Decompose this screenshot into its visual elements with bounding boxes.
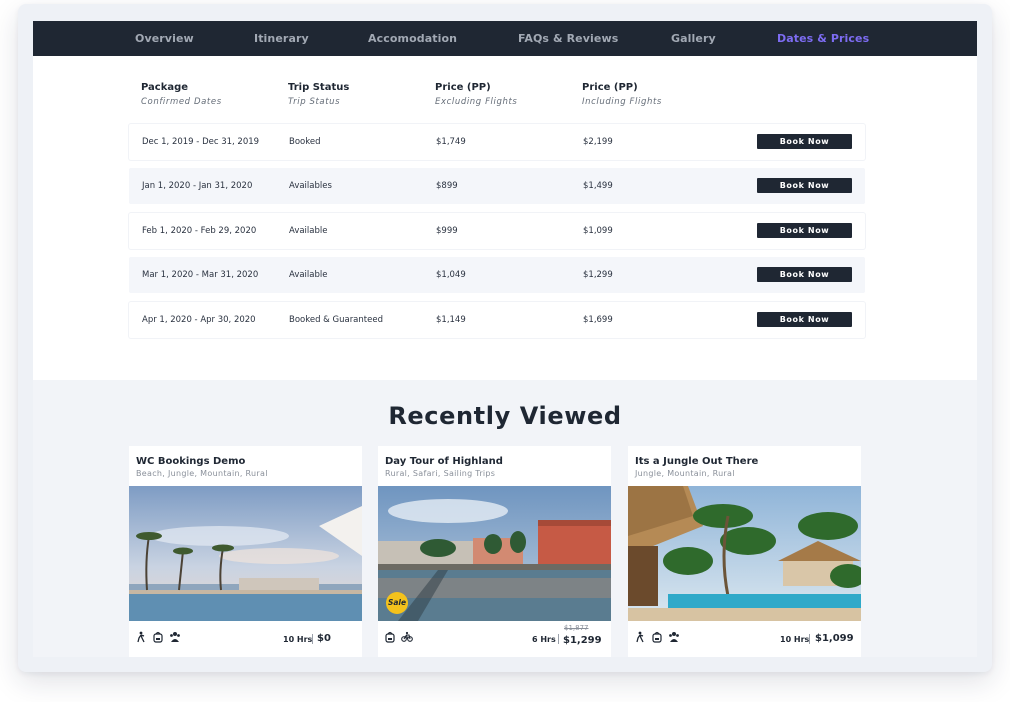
backpack-icon	[652, 631, 662, 643]
card-image-jungle-resort[interactable]	[628, 486, 861, 621]
header-package: Package Confirmed Dates	[141, 82, 222, 107]
tab-bar: Overview Itinerary Accomodation FAQs & R…	[33, 21, 977, 56]
tab-overview[interactable]: Overview	[135, 21, 194, 56]
card-tags: Beach, Jungle, Mountain, Rural	[136, 469, 268, 478]
book-now-button[interactable]: Book Now	[757, 134, 852, 149]
bicycle-icon	[401, 631, 413, 642]
header-subtitle: Excluding Flights	[435, 97, 518, 107]
hiking-icon	[137, 631, 145, 643]
book-now-button[interactable]: Book Now	[757, 267, 852, 282]
card-title[interactable]: WC Bookings Demo	[136, 456, 245, 467]
divider	[312, 634, 313, 644]
row-price-excl: $999	[436, 226, 458, 236]
row-price-excl: $1,149	[436, 315, 466, 325]
row-price-incl: $1,099	[583, 226, 613, 236]
backpack-icon	[385, 631, 395, 643]
divider	[809, 634, 810, 644]
table-row: Feb 1, 2020 - Feb 29, 2020 Available $99…	[129, 213, 865, 249]
row-price-incl: $2,199	[583, 137, 613, 147]
row-price-excl: $1,749	[436, 137, 466, 147]
book-now-button[interactable]: Book Now	[757, 223, 852, 238]
card-price: $1,099	[815, 633, 854, 644]
backpack-icon	[153, 631, 163, 643]
card-image-resort-pool[interactable]	[378, 486, 611, 621]
tab-gallery[interactable]: Gallery	[671, 21, 716, 56]
tab-dates-prices[interactable]: Dates & Prices	[777, 21, 869, 56]
card-footer: 10 Hrs $1,099	[628, 621, 861, 657]
card-tags: Jungle, Mountain, Rural	[635, 469, 735, 478]
trip-card[interactable]: Its a Jungle Out There Jungle, Mountain,…	[628, 446, 861, 657]
row-status: Available	[289, 226, 328, 236]
row-status: Booked	[289, 137, 321, 147]
header-title: Price (PP)	[582, 82, 638, 93]
card-price: $0	[317, 633, 331, 644]
group-icon	[170, 632, 180, 642]
hiking-icon	[636, 631, 644, 643]
recently-viewed-title: Recently Viewed	[388, 402, 622, 430]
card-title[interactable]: Day Tour of Highland	[385, 456, 503, 467]
card-footer: 10 Hrs $0	[129, 621, 362, 657]
trip-card[interactable]: WC Bookings Demo Beach, Jungle, Mountain…	[129, 446, 362, 657]
header-trip-status: Trip Status Trip Status	[288, 82, 349, 107]
trip-page: Overview Itinerary Accomodation FAQs & R…	[33, 21, 977, 657]
header-title: Price (PP)	[435, 82, 491, 93]
row-dates: Apr 1, 2020 - Apr 30, 2020	[142, 315, 256, 325]
card-price: $1,299	[563, 635, 602, 646]
card-title[interactable]: Its a Jungle Out There	[635, 456, 758, 467]
book-now-button[interactable]: Book Now	[757, 178, 852, 193]
row-price-excl: $899	[436, 181, 458, 191]
row-status: Availables	[289, 181, 332, 191]
card-image-beach-pool[interactable]	[129, 486, 362, 621]
book-now-button[interactable]: Book Now	[757, 312, 852, 327]
table-row: Jan 1, 2020 - Jan 31, 2020 Availables $8…	[129, 168, 865, 204]
header-price-excl: Price (PP) Excluding Flights	[435, 82, 517, 107]
tab-accomodation[interactable]: Accomodation	[368, 21, 457, 56]
dates-prices-table: Package Confirmed Dates Trip Status Trip…	[33, 56, 977, 380]
recently-viewed-section: Recently Viewed WC Bookings Demo Beach, …	[33, 380, 977, 657]
row-price-incl: $1,499	[583, 181, 613, 191]
card-footer: 6 Hrs $1,877 $1,299	[378, 621, 611, 657]
table-row: Mar 1, 2020 - Mar 31, 2020 Available $1,…	[129, 257, 865, 293]
card-duration: 6 Hrs	[532, 635, 556, 644]
card-old-price: $1,877	[564, 624, 589, 632]
header-subtitle: Trip Status	[288, 97, 341, 107]
header-subtitle: Confirmed Dates	[141, 97, 222, 107]
row-price-excl: $1,049	[436, 270, 466, 280]
row-status: Booked & Guaranteed	[289, 315, 383, 325]
tab-faqs-reviews[interactable]: FAQs & Reviews	[518, 21, 618, 56]
header-subtitle: Including Flights	[582, 97, 662, 107]
card-tags: Rural, Safari, Sailing Trips	[385, 469, 496, 478]
row-dates: Feb 1, 2020 - Feb 29, 2020	[142, 226, 257, 236]
row-price-incl: $1,699	[583, 315, 613, 325]
trip-card[interactable]: Day Tour of Highland Rural, Safari, Sail…	[378, 446, 611, 657]
group-icon	[669, 632, 679, 642]
card-duration: 10 Hrs	[283, 635, 313, 644]
table-row: Apr 1, 2020 - Apr 30, 2020 Booked & Guar…	[129, 302, 865, 338]
row-price-incl: $1,299	[583, 270, 613, 280]
sale-badge: Sale	[386, 592, 408, 614]
header-price-incl: Price (PP) Including Flights	[582, 82, 662, 107]
card-duration: 10 Hrs	[780, 635, 810, 644]
row-dates: Dec 1, 2019 - Dec 31, 2019	[142, 137, 260, 147]
row-dates: Jan 1, 2020 - Jan 31, 2020	[142, 181, 253, 191]
row-dates: Mar 1, 2020 - Mar 31, 2020	[142, 270, 259, 280]
header-title: Trip Status	[288, 82, 350, 93]
header-title: Package	[141, 82, 189, 93]
table-row: Dec 1, 2019 - Dec 31, 2019 Booked $1,749…	[129, 124, 865, 160]
tab-itinerary[interactable]: Itinerary	[254, 21, 309, 56]
divider	[558, 634, 559, 644]
row-status: Available	[289, 270, 328, 280]
